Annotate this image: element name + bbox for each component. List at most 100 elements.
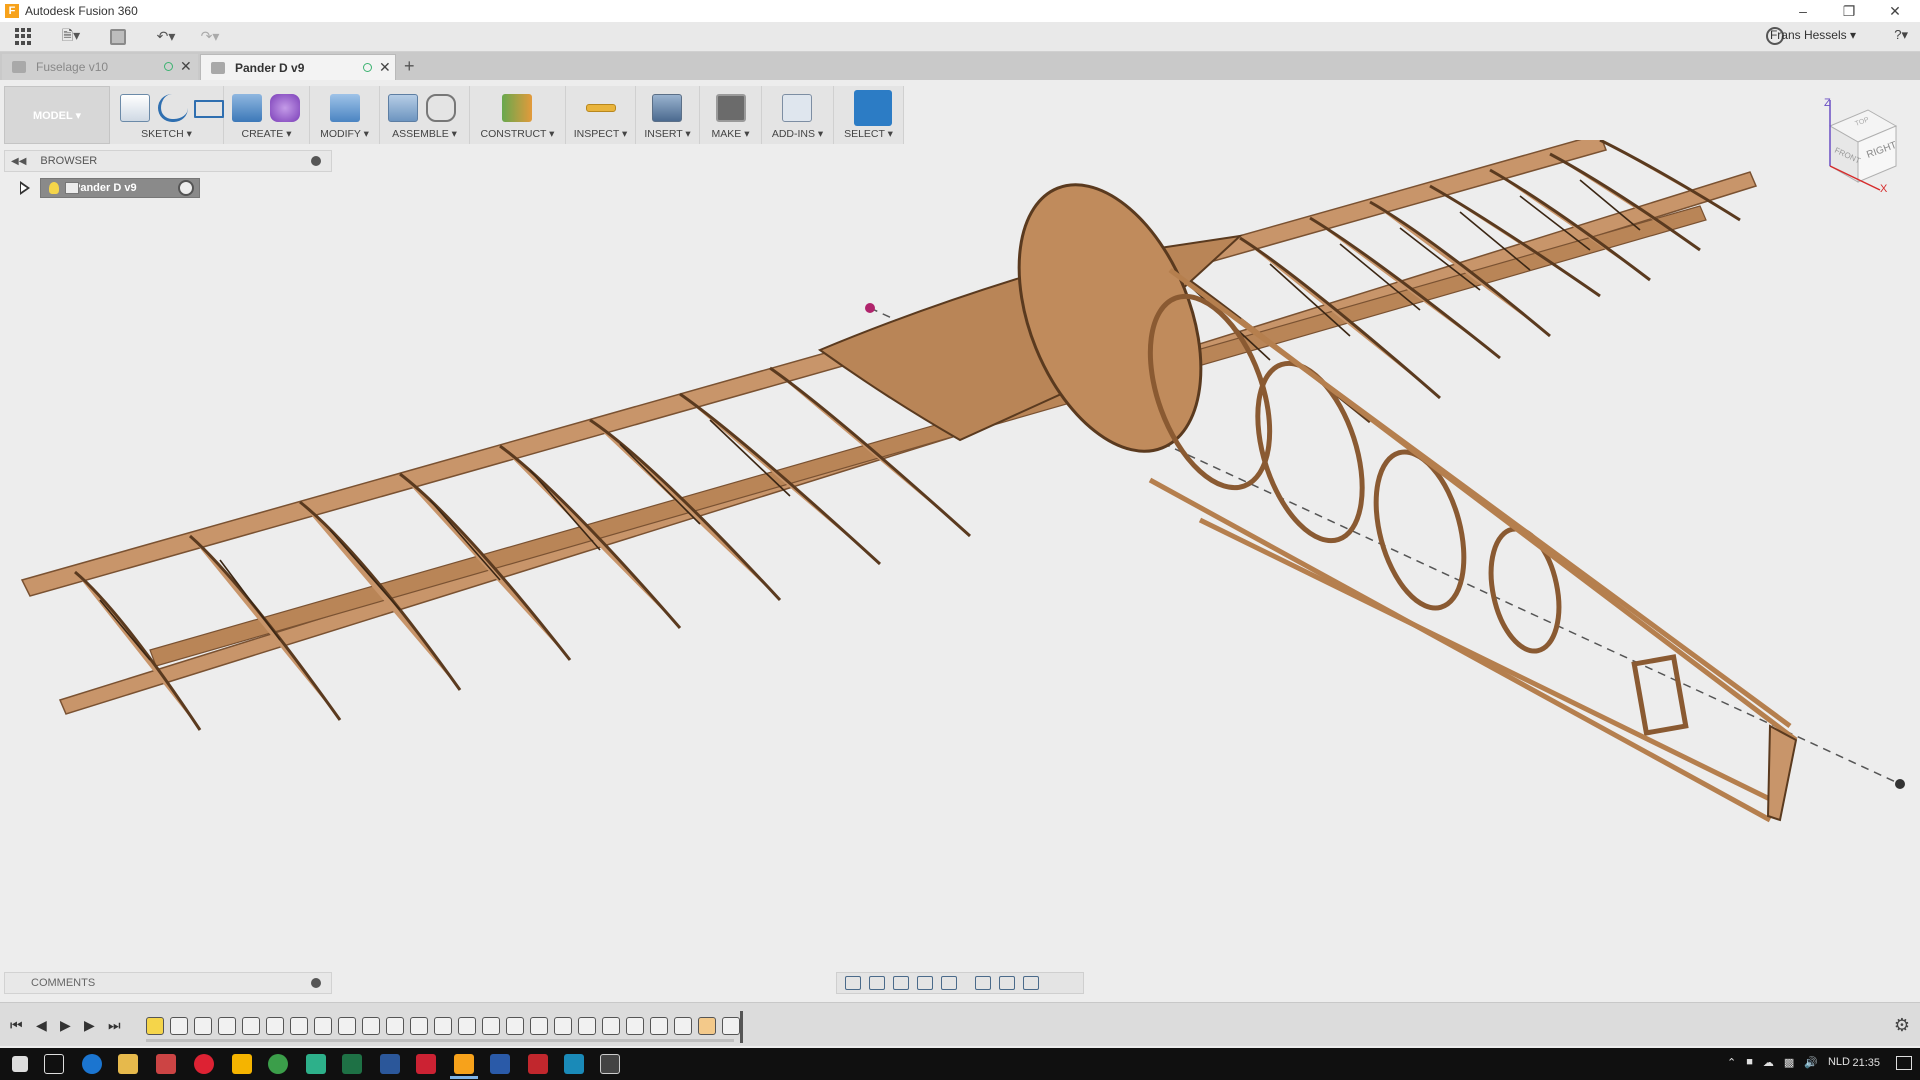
add-comment-icon[interactable] — [311, 978, 321, 988]
edge-icon[interactable] — [82, 1054, 102, 1074]
photos-icon[interactable] — [600, 1054, 620, 1074]
minimize-button[interactable]: – — [1780, 0, 1826, 22]
sketch-group[interactable]: SKETCH ▾ — [110, 86, 224, 144]
timeline-feature[interactable] — [626, 1017, 644, 1035]
timeline-feature[interactable] — [290, 1017, 308, 1035]
timeline-feature[interactable] — [458, 1017, 476, 1035]
tab-fuselage[interactable]: Fuselage v10 ✕ — [2, 54, 198, 80]
3d-print-icon[interactable] — [716, 94, 746, 122]
modify-group[interactable]: MODIFY ▾ — [310, 86, 380, 144]
timeline-feature[interactable] — [650, 1017, 668, 1035]
network-icon[interactable]: ▩ — [1784, 1056, 1794, 1069]
user-account-menu[interactable]: Frans Hessels ▾ — [1770, 28, 1856, 42]
grid-settings-icon[interactable] — [999, 976, 1015, 990]
timeline-sketch-feature[interactable] — [146, 1017, 164, 1035]
excel-icon[interactable] — [342, 1054, 362, 1074]
taskbar-app-icon[interactable] — [194, 1054, 214, 1074]
extrude-icon[interactable] — [232, 94, 262, 122]
insert-image-icon[interactable] — [652, 94, 682, 122]
new-tab-button[interactable]: + — [404, 56, 415, 77]
timeline-marker[interactable] — [740, 1011, 743, 1043]
revit-icon[interactable] — [490, 1054, 510, 1074]
workspace-switcher[interactable]: MODEL ▾ — [4, 86, 110, 144]
taskbar-app-icon[interactable] — [564, 1054, 584, 1074]
file-explorer-icon[interactable] — [118, 1054, 138, 1074]
timeline-feature[interactable] — [602, 1017, 620, 1035]
timeline-feature[interactable] — [530, 1017, 548, 1035]
assemble-group[interactable]: ASSEMBLE ▾ — [380, 86, 470, 144]
form-icon[interactable] — [270, 94, 300, 122]
comments-panel[interactable]: COMMENTS — [4, 972, 332, 994]
timeline-feature[interactable] — [266, 1017, 284, 1035]
data-panel-button[interactable] — [12, 24, 36, 50]
chrome-icon[interactable] — [268, 1054, 288, 1074]
timeline-feature[interactable] — [698, 1017, 716, 1035]
start-button-icon[interactable] — [12, 1056, 28, 1072]
go-to-start-icon[interactable]: ⏮ — [10, 1017, 23, 1034]
scripts-icon[interactable] — [782, 94, 812, 122]
joint-icon[interactable] — [426, 94, 456, 122]
close-tab-icon[interactable]: ✕ — [379, 59, 391, 76]
viewports-icon[interactable] — [1023, 976, 1039, 990]
add-ins-group[interactable]: ADD-INS ▾ — [762, 86, 834, 144]
timeline-feature[interactable] — [674, 1017, 692, 1035]
line-icon[interactable] — [158, 94, 188, 122]
timeline-feature[interactable] — [410, 1017, 428, 1035]
press-pull-icon[interactable] — [330, 94, 360, 122]
timeline-feature[interactable] — [722, 1017, 740, 1035]
file-menu-button[interactable]: 🗎▾ — [56, 24, 86, 50]
measure-icon[interactable] — [586, 104, 616, 112]
undo-button[interactable]: ↶▾ — [150, 24, 182, 50]
timeline-feature[interactable] — [434, 1017, 452, 1035]
display-settings-icon[interactable] — [975, 976, 991, 990]
play-icon[interactable]: ▶ — [60, 1017, 71, 1034]
go-to-end-icon[interactable]: ⏭ — [108, 1017, 121, 1034]
help-menu[interactable]: ?▾ — [1894, 27, 1908, 43]
construct-group[interactable]: CONSTRUCT ▾ — [470, 86, 566, 144]
timeline-settings-gear-icon[interactable]: ⚙ — [1894, 1015, 1910, 1036]
taskbar-app-icon[interactable] — [156, 1054, 176, 1074]
fit-icon[interactable] — [941, 976, 957, 990]
rectangle-icon[interactable] — [194, 100, 224, 118]
taskbar-app-icon[interactable] — [232, 1054, 252, 1074]
close-tab-icon[interactable]: ✕ — [180, 58, 192, 75]
timeline-feature[interactable] — [338, 1017, 356, 1035]
taskbar-app-icon[interactable] — [306, 1054, 326, 1074]
clock[interactable]: 21:35 — [1852, 1057, 1880, 1069]
restore-button[interactable]: ❐ — [1826, 0, 1872, 22]
taskbar-app-icon[interactable] — [416, 1054, 436, 1074]
step-back-icon[interactable]: ◀ — [36, 1017, 47, 1034]
orbit-icon[interactable] — [845, 976, 861, 990]
chevron-up-icon[interactable]: ⌃ — [1727, 1056, 1736, 1069]
timeline-feature[interactable] — [554, 1017, 572, 1035]
new-component-icon[interactable] — [388, 94, 418, 122]
timeline-feature[interactable] — [170, 1017, 188, 1035]
task-view-icon[interactable] — [44, 1054, 64, 1074]
language-indicator[interactable]: NLD — [1828, 1056, 1850, 1069]
make-group[interactable]: MAKE ▾ — [700, 86, 762, 144]
autocad-icon[interactable] — [528, 1054, 548, 1074]
redo-button[interactable]: ↷▾ — [194, 24, 226, 50]
look-at-icon[interactable] — [869, 976, 885, 990]
select-lasso-icon[interactable] — [854, 90, 892, 126]
timeline-feature[interactable] — [242, 1017, 260, 1035]
shield-icon[interactable]: ■ — [1746, 1056, 1753, 1069]
select-group[interactable]: SELECT ▾ — [834, 86, 904, 144]
cloud-icon[interactable]: ☁ — [1763, 1056, 1774, 1069]
close-window-button[interactable]: ✕ — [1872, 0, 1918, 22]
timeline-feature[interactable] — [386, 1017, 404, 1035]
offset-plane-icon[interactable] — [502, 94, 532, 122]
word-icon[interactable] — [380, 1054, 400, 1074]
create-group[interactable]: CREATE ▾ — [224, 86, 310, 144]
timeline-feature[interactable] — [578, 1017, 596, 1035]
inspect-group[interactable]: INSPECT ▾ — [566, 86, 636, 144]
step-forward-icon[interactable]: ▶ — [84, 1017, 95, 1034]
notification-icon[interactable] — [1896, 1056, 1912, 1070]
timeline-feature[interactable] — [362, 1017, 380, 1035]
pan-icon[interactable] — [893, 976, 909, 990]
volume-icon[interactable]: 🔊 — [1804, 1056, 1818, 1069]
save-button[interactable] — [108, 24, 128, 50]
timeline-feature[interactable] — [218, 1017, 236, 1035]
timeline-feature[interactable] — [314, 1017, 332, 1035]
viewcube[interactable]: Z X RIGHT FRONT TOP — [1810, 96, 1906, 192]
